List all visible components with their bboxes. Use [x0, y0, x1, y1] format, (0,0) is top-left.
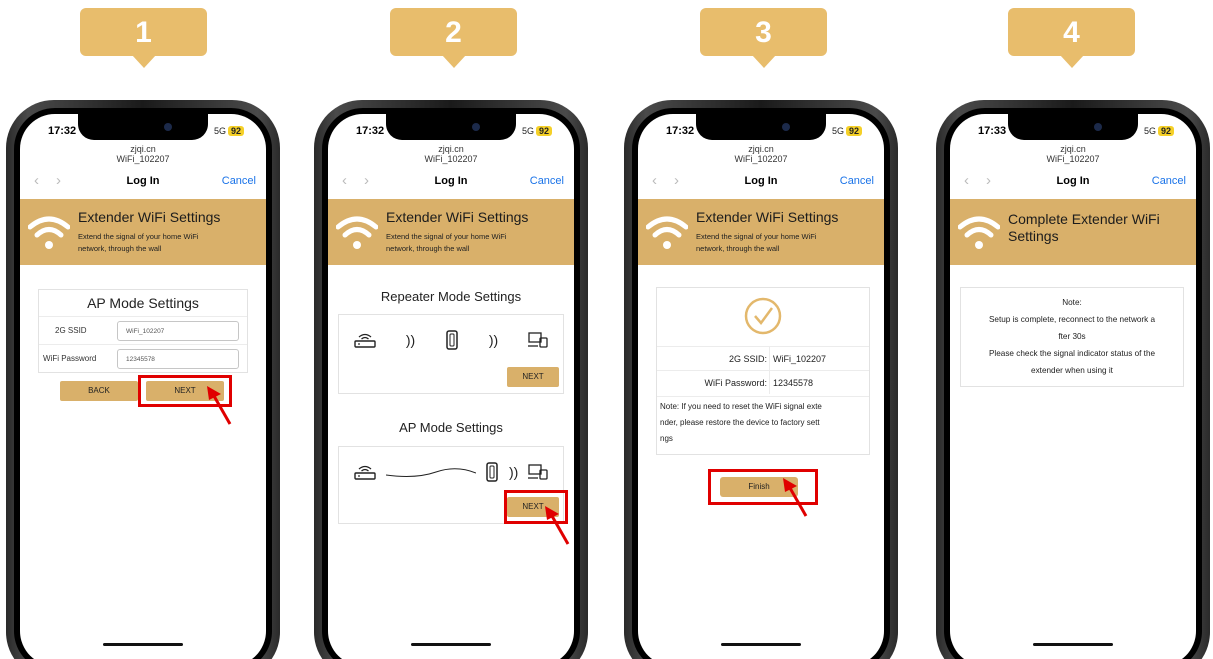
ap-mode-title: AP Mode Settings: [399, 420, 503, 435]
status-network: 5G 92: [832, 126, 862, 136]
browser-nav: ‹ › Log In Cancel: [328, 170, 574, 194]
note-line: Setup is complete, reconnect to the netw…: [988, 315, 1156, 324]
battery-icon: 92: [1157, 126, 1174, 136]
banner-title: Complete Extender WiFi Settings: [1008, 211, 1160, 244]
extender-icon: [486, 462, 499, 482]
battery-icon: 92: [845, 126, 862, 136]
cancel-button[interactable]: Cancel: [840, 175, 874, 187]
banner-title: Extender WiFi Settings: [386, 209, 529, 225]
phone-screen: 17:33 5G 92 zjqi.cn WiFi_102207 ‹ › Log In…: [950, 114, 1196, 659]
browser-host: zjqi.cn WiFi_102207: [734, 144, 788, 164]
router-icon: [354, 465, 376, 480]
section-title: AP Mode Settings: [87, 295, 199, 311]
password-label: WiFi Password:: [704, 378, 767, 388]
extender-icon: [446, 330, 458, 350]
signal-icon: )): [488, 332, 499, 348]
note-line: Please check the signal indicator status…: [988, 349, 1156, 358]
banner-subtitle: Extend the signal of your home WiFi netwo…: [696, 232, 817, 253]
arrow-pointer-icon: [207, 386, 232, 425]
repeater-mode-title: Repeater Mode Settings: [380, 289, 522, 304]
password-value: 12345578: [773, 378, 814, 388]
router-icon: [354, 333, 376, 348]
wifi-icon: [958, 216, 1000, 249]
step-2: 2 17:32 5G 92 zjqi.cn WiFi_102207 ‹ › Log …: [310, 0, 620, 659]
arrow-pointer-icon: [783, 478, 808, 517]
note-title: Note:: [1062, 298, 1082, 307]
ssid-value: WiFi_102207: [773, 354, 827, 364]
wifi-icon: [646, 216, 688, 249]
phone-screen: 17:32 5G 92 zjqi.cn WiFi_102207 ‹ › Log In…: [20, 114, 266, 659]
browser-nav: ‹ › Log In Cancel: [638, 170, 884, 194]
note-line: extender when using it: [1031, 366, 1113, 375]
status-network: 5G 92: [214, 126, 244, 136]
phone-screen: 17:32 5G 92 zjqi.cn WiFi_102207 ‹ › Log In…: [328, 114, 574, 659]
status-time: 17:32: [356, 125, 385, 137]
signal-icon: )): [405, 332, 416, 348]
banner: Extender WiFi Settings Extend the signal…: [20, 199, 266, 265]
back-button[interactable]: BACK: [60, 381, 138, 401]
step-badge: 4: [1008, 8, 1135, 68]
devices-icon: [527, 464, 548, 480]
wifi-icon: [336, 216, 378, 249]
result-card: 2G SSID: WiFi_102207 WiFi Password: 123455…: [656, 287, 870, 455]
phone-screen: 17:32 5G 92 zjqi.cn WiFi_102207 ‹ › Log In…: [638, 114, 884, 659]
ssid-label: 2G SSID:: [728, 354, 767, 364]
cancel-button[interactable]: Cancel: [1152, 175, 1186, 187]
step-badge: 3: [700, 8, 827, 68]
browser-nav: ‹ › Log In Cancel: [20, 170, 266, 194]
browser-nav: ‹ › Log In Cancel: [950, 170, 1196, 194]
status-network: 5G 92: [1144, 126, 1174, 136]
banner-subtitle: Extend the signal of your home WiFi netwo…: [78, 232, 199, 253]
status-time: 17:33: [978, 125, 1007, 137]
battery-icon: 92: [227, 126, 244, 136]
password-input[interactable]: 12345578: [117, 349, 239, 369]
banner: Extender WiFi Settings Extend the signal…: [328, 199, 574, 265]
status-time: 17:32: [666, 125, 695, 137]
step-3: 3 17:32 5G 92 zjqi.cn WiFi_102207 ‹ › Log …: [620, 0, 930, 659]
step-badge: 1: [80, 8, 207, 68]
cancel-button[interactable]: Cancel: [222, 175, 256, 187]
browser-host: zjqi.cn WiFi_102207: [1046, 144, 1100, 164]
step-badge: 2: [390, 8, 517, 68]
signal-icon: )): [508, 464, 519, 480]
step-1: 1 17:32 5G 92 zjqi.cn WiFi_102207 ‹ › Log …: [0, 0, 310, 659]
repeater-mode-card[interactable]: )) )) NEXT: [338, 314, 564, 394]
completion-note: Note: Setup is complete, reconnect to th…: [960, 287, 1184, 387]
repeater-next-button[interactable]: NEXT: [507, 367, 559, 387]
devices-icon: [527, 332, 548, 348]
wifi-icon: [28, 216, 70, 249]
note-line: fter 30s: [1058, 332, 1086, 341]
phone-frame: 17:32 5G 92 zjqi.cn WiFi_102207 ‹ › Log In…: [314, 100, 588, 659]
reset-note: Note: If you need to reset the WiFi sign…: [657, 396, 869, 447]
cancel-button[interactable]: Cancel: [530, 175, 564, 187]
arrow-pointer-icon: [545, 506, 570, 545]
ssid-label: 2G SSID: [55, 326, 87, 335]
step-4: 4 17:33 5G 92 zjqi.cn WiFi_102207 ‹ › Log …: [930, 0, 1213, 659]
banner-title: Extender WiFi Settings: [78, 209, 221, 225]
banner: Complete Extender WiFi Settings: [950, 199, 1196, 265]
ap-mode-form: AP Mode Settings 2G SSID WiFi_102207 WiF…: [38, 289, 248, 373]
battery-icon: 92: [535, 126, 552, 136]
phone-frame: 17:33 5G 92 zjqi.cn WiFi_102207 ‹ › Log In…: [936, 100, 1210, 659]
password-label: WiFi Password: [43, 354, 97, 363]
ssid-input[interactable]: WiFi_102207: [117, 321, 239, 341]
banner-subtitle: Extend the signal of your home WiFi netwo…: [386, 232, 507, 253]
cable-icon: [385, 468, 476, 477]
status-time: 17:32: [48, 125, 77, 137]
phone-frame: 17:32 5G 92 zjqi.cn WiFi_102207 ‹ › Log In…: [6, 100, 280, 659]
browser-host: zjqi.cn WiFi_102207: [116, 144, 170, 164]
browser-host: zjqi.cn WiFi_102207: [424, 144, 478, 164]
banner-title: Extender WiFi Settings: [696, 209, 839, 225]
banner: Extender WiFi Settings Extend the signal…: [638, 199, 884, 265]
phone-frame: 17:32 5G 92 zjqi.cn WiFi_102207 ‹ › Log In…: [624, 100, 898, 659]
check-circle-icon: [744, 297, 782, 335]
status-network: 5G 92: [522, 126, 552, 136]
